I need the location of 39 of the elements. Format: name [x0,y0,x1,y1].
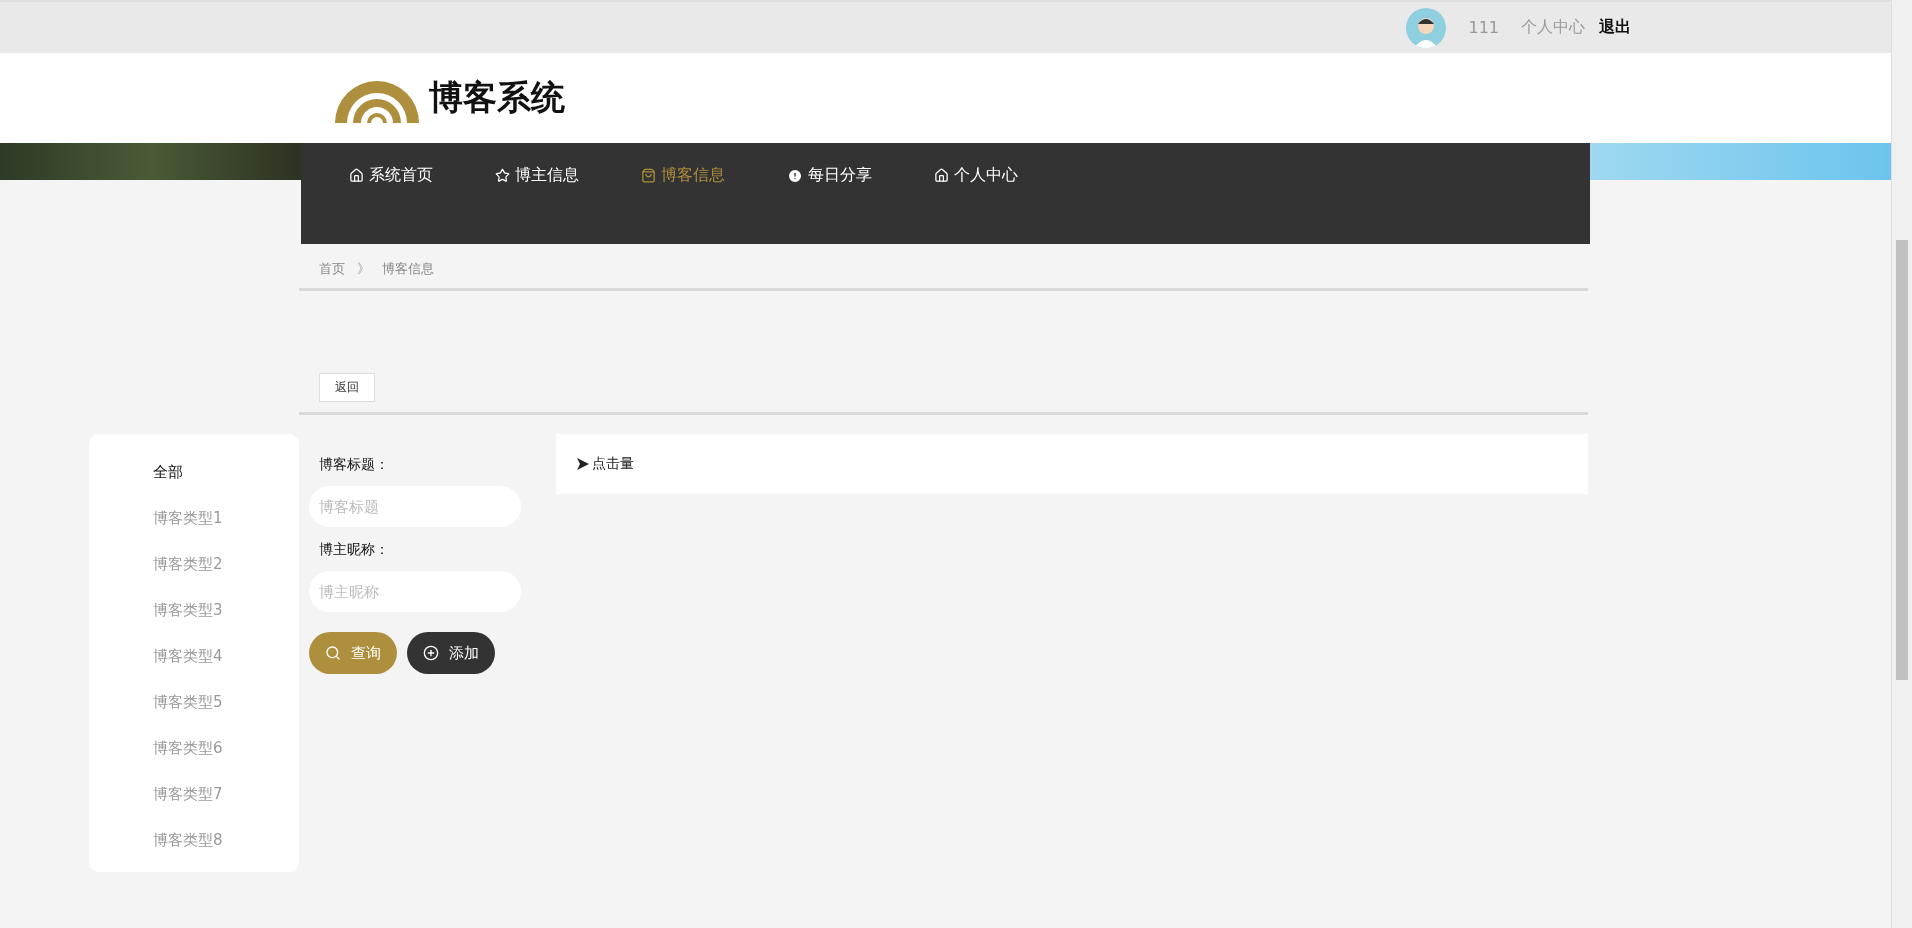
field-label: 博主昵称： [318,541,390,559]
search-button[interactable]: 查询 [309,632,397,674]
nav-item[interactable]: 博客信息 [641,165,725,186]
nav-item[interactable]: 个人中心 [934,165,1018,186]
back-button[interactable]: 返回 [319,373,375,402]
search-icon [325,645,341,661]
category-item[interactable]: 博客类型5 [89,680,299,726]
category-item[interactable]: 博客类型2 [89,542,299,588]
category-item[interactable]: 全部 [89,450,299,496]
sort-link[interactable]: 点击量 [576,455,634,473]
bag-icon [641,168,656,183]
profile-link[interactable]: 个人中心 [1521,17,1585,38]
add-button[interactable]: 添加 [407,632,495,674]
category-item[interactable]: 博客类型4 [89,634,299,680]
category-item[interactable]: 博客类型8 [89,818,299,864]
nav-item[interactable]: 每日分享 [787,165,872,186]
scrollbar[interactable] [1891,0,1912,928]
input-field[interactable]: 博主昵称 [309,571,521,612]
breadcrumb-item: 博客信息 [382,260,434,278]
plus-circle-icon [423,645,439,661]
field-label: 博客标题： [318,456,390,474]
nav-item[interactable]: 博主信息 [495,165,579,186]
alert-icon [787,167,803,184]
breadcrumb-item[interactable]: 首页 [319,260,345,278]
star-icon [495,168,510,183]
input-field[interactable]: 博客标题 [309,486,521,527]
category-item[interactable]: 博客类型1 [89,496,299,542]
category-item[interactable]: 博客类型7 [89,772,299,818]
category-item[interactable]: 博客类型3 [89,588,299,634]
site-title: 博客系统 [429,76,565,119]
avatar [1406,7,1447,48]
logout-link[interactable]: 退出 [1599,17,1631,38]
home-icon [934,168,949,183]
category-item[interactable]: 博客类型6 [89,726,299,772]
home-icon [349,168,364,183]
breadcrumb-separator: 》 [357,260,370,278]
username: 111 [1468,18,1499,37]
nav-item[interactable]: 系统首页 [349,165,433,186]
play-icon [576,457,590,471]
